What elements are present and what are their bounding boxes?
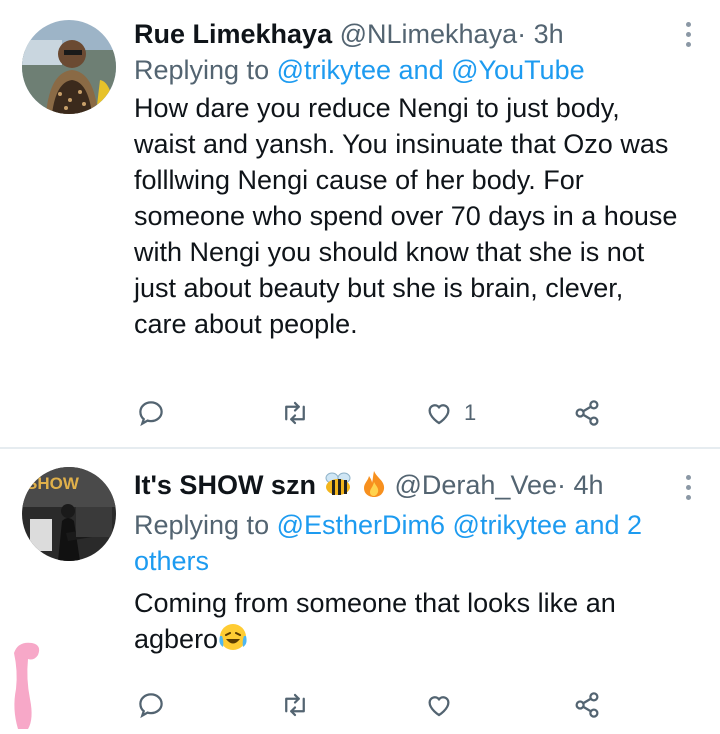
share-button[interactable] [572, 397, 602, 429]
tweet-header: Rue Limekhaya @NLimekhaya· 3h [134, 16, 680, 52]
like-button[interactable] [424, 689, 454, 721]
more-icon[interactable] [682, 475, 694, 500]
like-button[interactable]: 1 [424, 397, 476, 429]
timestamp[interactable]: · 3h [517, 19, 564, 49]
replying-to: Replying to @EstherDim6 @trikytee and 2 … [134, 507, 680, 579]
like-icon [428, 696, 450, 717]
user-handle[interactable]: @Derah_Vee [394, 470, 557, 500]
display-name[interactable]: It's SHOW szn [134, 470, 316, 500]
like-icon [428, 404, 450, 425]
laughing-emoji [218, 622, 248, 661]
action-bar: 1 [134, 397, 614, 429]
fire-emoji [361, 470, 387, 507]
avatar-logo-text: SHOW [26, 474, 80, 493]
retweet-icon [285, 401, 305, 425]
reply-button[interactable] [136, 689, 166, 721]
reply-icon [139, 693, 163, 719]
more-icon[interactable] [682, 22, 694, 47]
reply-icon [139, 401, 163, 427]
tweet-2[interactable]: SHOW It's SHOW szn @Derah_Vee· 4h Replyi… [0, 449, 720, 729]
replying-to-label: Replying to [134, 55, 270, 85]
bee-emoji [323, 470, 353, 507]
tweet-text: How dare you reduce Nengi to just body, … [134, 93, 678, 339]
retweet-icon [285, 693, 305, 717]
reply-button[interactable] [136, 397, 166, 429]
tweet-text-content: Coming from someone that looks like an a… [134, 588, 616, 654]
timestamp[interactable]: · 4h [557, 470, 604, 500]
share-button[interactable] [572, 689, 602, 721]
share-icon [575, 400, 599, 426]
replying-to-label: Replying to [134, 510, 270, 540]
retweet-button[interactable] [280, 397, 310, 429]
partial-avatar-graphic [8, 639, 48, 729]
share-icon [575, 692, 599, 718]
avatar[interactable] [22, 20, 116, 114]
tweet-1[interactable]: Rue Limekhaya @NLimekhaya· 3h Replying t… [0, 0, 720, 447]
replying-to: Replying to @trikytee and @YouTube [134, 52, 680, 88]
tweet-header: It's SHOW szn @Derah_Vee· 4h [134, 467, 680, 507]
retweet-button[interactable] [280, 689, 310, 721]
avatar[interactable]: SHOW [22, 467, 116, 561]
display-name[interactable]: Rue Limekhaya [134, 19, 332, 49]
like-count: 1 [464, 400, 477, 425]
user-handle[interactable]: @NLimekhaya [340, 19, 517, 49]
tweet-text: Coming from someone that looks like an a… [134, 585, 680, 661]
action-bar [134, 689, 614, 721]
replying-to-links[interactable]: @trikytee and @YouTube [277, 55, 585, 85]
